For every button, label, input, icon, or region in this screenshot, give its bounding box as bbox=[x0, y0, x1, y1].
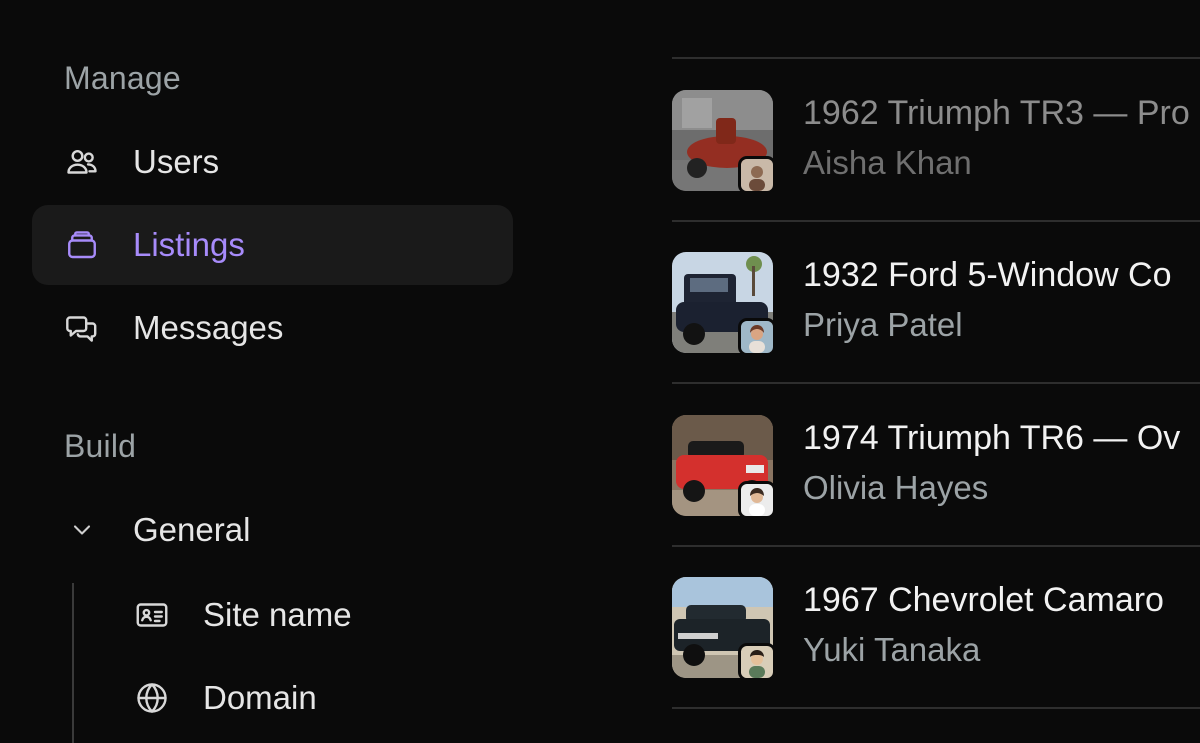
sidebar-item-messages[interactable]: Messages bbox=[32, 288, 513, 368]
section-label-manage: Manage bbox=[64, 60, 181, 96]
sidebar-item-users[interactable]: Users bbox=[32, 122, 513, 202]
list-divider bbox=[672, 382, 1200, 384]
users-icon bbox=[64, 144, 100, 180]
section-label-build: Build bbox=[64, 428, 137, 464]
listing-title: 1974 Triumph TR6 — Ov bbox=[803, 419, 1181, 457]
globe-icon bbox=[134, 680, 170, 716]
chevron-down-icon bbox=[64, 512, 100, 548]
listing-owner: Olivia Hayes bbox=[803, 469, 989, 506]
sidebar-item-listings[interactable]: Listings bbox=[32, 205, 513, 285]
sidebar-item-label: Messages bbox=[133, 309, 284, 346]
listings-list: 1962 Triumph TR3 — Pro Aisha Khan 1932 F… bbox=[672, 0, 1200, 736]
sidebar-item-label: Users bbox=[133, 143, 220, 180]
listing-title: 1967 Chevrolet Camaro bbox=[803, 581, 1164, 619]
list-item[interactable]: 1932 Ford 5-Window Co Priya Patel bbox=[672, 252, 1200, 412]
owner-avatar bbox=[738, 156, 776, 194]
list-item[interactable]: 1967 Chevrolet Camaro Yuki Tanaka bbox=[672, 577, 1200, 736]
owner-avatar bbox=[738, 318, 776, 356]
sidebar-item-label: Listings bbox=[133, 226, 245, 263]
chat-bubbles-icon bbox=[64, 310, 100, 346]
sidebar-subitem-label: Domain bbox=[203, 679, 317, 716]
sidebar: Manage Users Listings Messages Build Gen… bbox=[0, 0, 560, 743]
subnav-guide-line bbox=[72, 583, 74, 743]
list-divider bbox=[672, 220, 1200, 222]
list-divider bbox=[672, 57, 1200, 59]
listing-owner: Aisha Khan bbox=[803, 144, 972, 181]
list-divider bbox=[672, 545, 1200, 547]
listing-title: 1932 Ford 5-Window Co bbox=[803, 256, 1172, 294]
stack-icon bbox=[64, 227, 100, 263]
owner-avatar bbox=[738, 481, 776, 519]
list-item[interactable]: 1974 Triumph TR6 — Ov Olivia Hayes bbox=[672, 415, 1200, 575]
list-item[interactable]: 1962 Triumph TR3 — Pro Aisha Khan bbox=[672, 90, 1200, 250]
listing-owner: Yuki Tanaka bbox=[803, 631, 981, 668]
owner-avatar bbox=[738, 643, 776, 681]
sidebar-subitem-label: Site name bbox=[203, 596, 352, 633]
list-divider bbox=[672, 707, 1200, 709]
sidebar-subitem-site-name[interactable]: Site name bbox=[120, 580, 520, 650]
sidebar-group-label: General bbox=[133, 511, 251, 548]
sidebar-subitem-domain[interactable]: Domain bbox=[120, 663, 520, 733]
listing-owner: Priya Patel bbox=[803, 306, 963, 343]
sidebar-group-general[interactable]: General bbox=[32, 490, 513, 570]
listing-title: 1962 Triumph TR3 — Pro bbox=[803, 94, 1190, 132]
id-card-icon bbox=[134, 597, 170, 633]
